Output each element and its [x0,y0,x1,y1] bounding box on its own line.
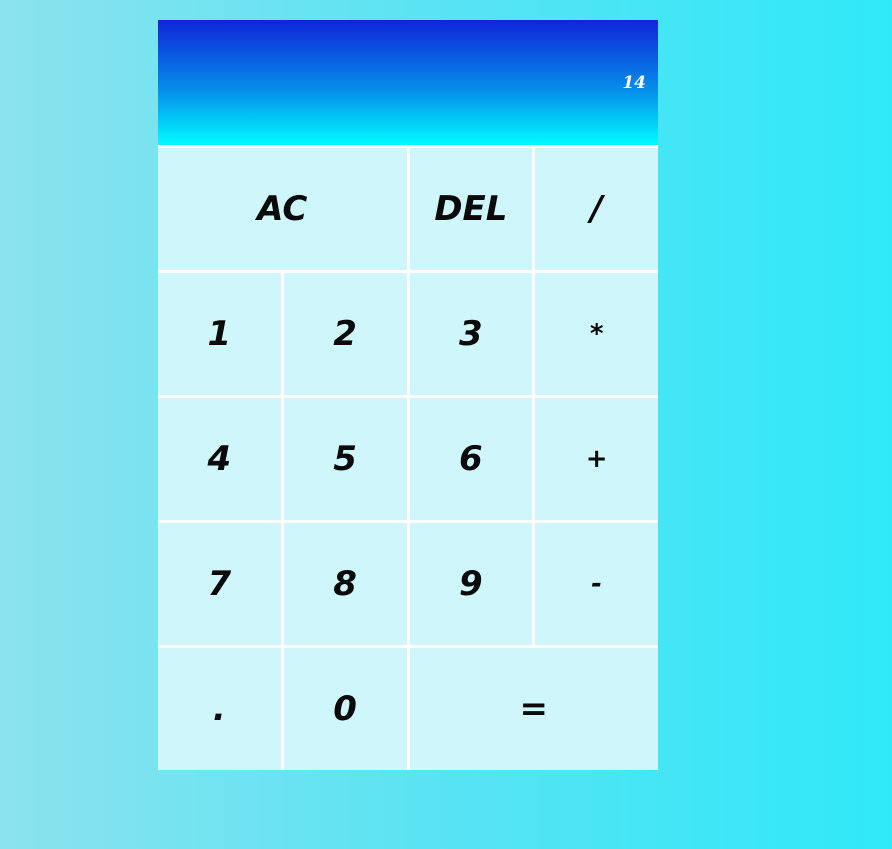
minus-button[interactable]: - [535,523,658,645]
multiply-button[interactable]: * [535,273,658,395]
digit-7-button[interactable]: 7 [158,523,281,645]
divide-button[interactable]: / [535,148,658,270]
digit-5-button[interactable]: 5 [283,398,407,520]
calculator: 14 AC DEL / 1 2 3 * 4 5 6 + 7 8 9 - . 0 … [158,20,658,770]
decimal-button[interactable]: . [158,648,281,770]
digit-2-button[interactable]: 2 [283,273,407,395]
delete-button[interactable]: DEL [409,148,533,270]
display-value: 14 [622,72,646,93]
digit-6-button[interactable]: 6 [409,398,533,520]
digit-0-button[interactable]: 0 [283,648,407,770]
plus-button[interactable]: + [535,398,658,520]
digit-9-button[interactable]: 9 [409,523,533,645]
digit-4-button[interactable]: 4 [158,398,281,520]
digit-1-button[interactable]: 1 [158,273,281,395]
digit-3-button[interactable]: 3 [409,273,533,395]
calculator-display: 14 [158,20,658,145]
digit-8-button[interactable]: 8 [283,523,407,645]
clear-button[interactable]: AC [158,148,407,270]
equals-button[interactable]: = [409,648,658,770]
